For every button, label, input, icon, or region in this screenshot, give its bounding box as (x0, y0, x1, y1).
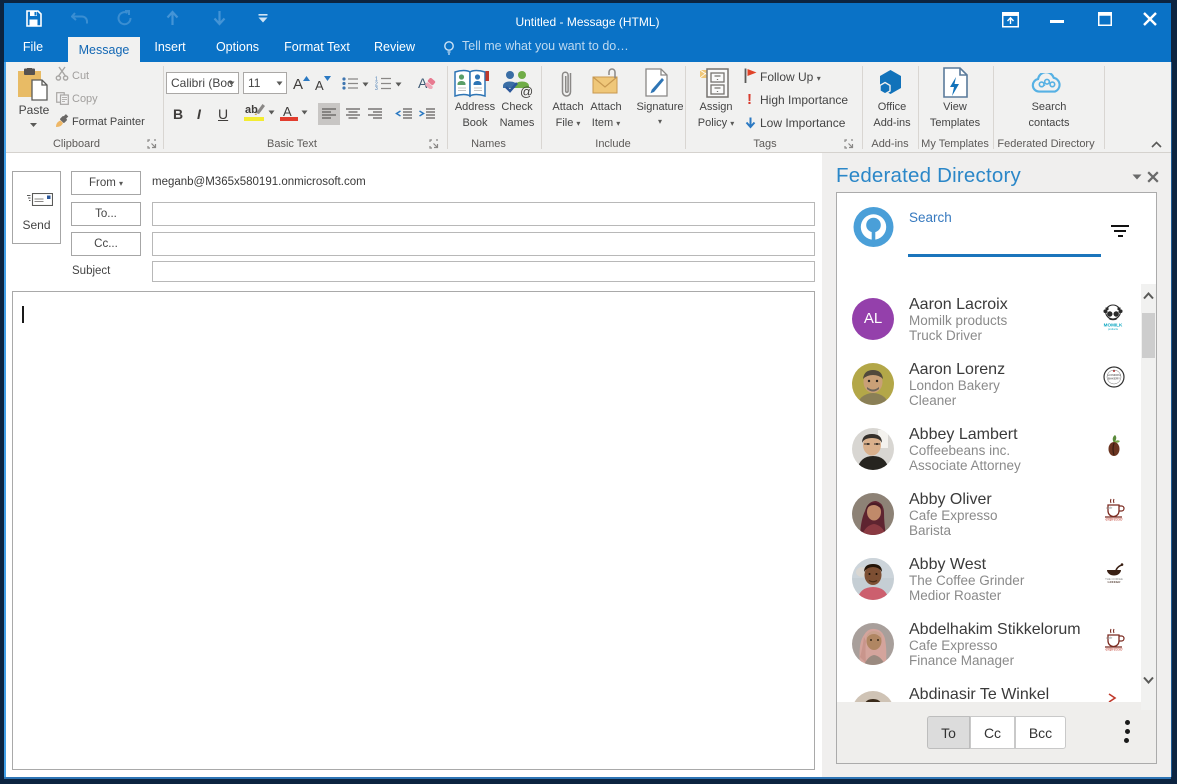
svg-text:GRINDER: GRINDER (1108, 580, 1121, 584)
svg-text:expresso: expresso (1106, 517, 1124, 522)
svg-text:expresso: expresso (1106, 647, 1124, 652)
svg-text:products: products (1108, 327, 1119, 331)
svg-text:3: 3 (375, 86, 378, 90)
svg-text:cafe: cafe (1106, 636, 1113, 640)
svg-text:cafe: cafe (1106, 506, 1113, 510)
svg-text:BAKERY: BAKERY (1108, 377, 1120, 381)
svg-text:@: @ (520, 84, 533, 98)
svg-text:MOMILK: MOMILK (1104, 323, 1123, 328)
